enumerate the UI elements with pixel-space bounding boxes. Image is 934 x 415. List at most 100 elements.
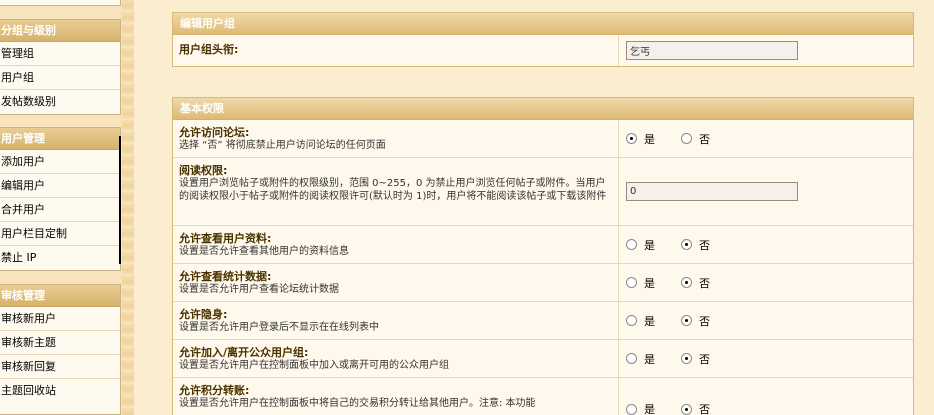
radio-yes-option[interactable]: 是: [626, 401, 655, 415]
radio-yes[interactable]: [626, 239, 637, 250]
sidebar-item-post-ranks[interactable]: 发帖数级别: [0, 90, 120, 114]
radio-yes-label: 是: [644, 132, 655, 146]
form-row-label-cell: 用户组头衔:: [173, 35, 619, 66]
radio-yes[interactable]: [626, 315, 637, 326]
radio-no[interactable]: [681, 403, 692, 415]
radio-no[interactable]: [681, 133, 692, 144]
basic-permissions-panel: 基本权限 允许访问论坛: 选择 “否” 将彻底禁止用户访问论坛的任何页面 是 否…: [172, 97, 914, 415]
form-row: 阅读权限: 设置用户浏览帖子或附件的权限级别，范围 0~255，0 为禁止用户浏…: [173, 158, 913, 226]
sidebar-group-moderation: 审核管理 审核新用户 审核新主题 审核新回复 主题回收站: [0, 284, 121, 415]
sidebar-group-groups: 分组与级别 管理组 用户组 发帖数级别: [0, 19, 121, 115]
sidebar-divider: [119, 136, 121, 264]
radio-group: 是 否: [626, 313, 736, 329]
radio-yes-option[interactable]: 是: [626, 313, 655, 329]
field-label: 允许积分转账:: [179, 384, 250, 397]
form-row-value-cell: 是 否: [619, 378, 913, 415]
form-row-value-cell: [619, 35, 913, 66]
sidebar-top-cap: [0, 0, 121, 6]
radio-no-option[interactable]: 否: [681, 131, 710, 147]
sidebar-item-moderate-replies[interactable]: 审核新回复: [0, 355, 120, 379]
radio-no-option[interactable]: 否: [681, 275, 710, 291]
sidebar-item-edit-user[interactable]: 编辑用户: [0, 174, 120, 198]
form-row-value-cell: 是 否: [619, 340, 913, 377]
form-row-label-cell: 阅读权限: 设置用户浏览帖子或附件的权限级别，范围 0~255，0 为禁止用户浏…: [173, 158, 619, 225]
radio-no-option[interactable]: 否: [681, 401, 710, 415]
form-row-value-cell: 是 否: [619, 226, 913, 263]
radio-no-label: 否: [699, 132, 710, 146]
panel-title: 编辑用户组: [173, 13, 913, 35]
form-row-value-cell: 是 否: [619, 120, 913, 157]
radio-no[interactable]: [681, 315, 692, 326]
radio-yes-label: 是: [644, 403, 655, 415]
radio-no-option[interactable]: 否: [681, 237, 710, 253]
field-label: 允许隐身:: [179, 308, 228, 321]
radio-yes-option[interactable]: 是: [626, 131, 655, 147]
sidebar-item-merge-user[interactable]: 合并用户: [0, 198, 120, 222]
form-row: 允许积分转账: 设置是否允许用户在控制面板中将自己的交易积分转让给其他用户。注意…: [173, 378, 913, 415]
radio-no[interactable]: [681, 277, 692, 288]
field-label: 允许访问论坛:: [179, 126, 250, 139]
sidebar-item-ban-ip[interactable]: 禁止 IP: [0, 246, 120, 270]
field-description: 设置是否允许用户在控制面板中加入或离开可用的公众用户组: [179, 360, 449, 371]
panel-title: 基本权限: [173, 98, 913, 120]
form-row: 允许加入/离开公众用户组: 设置是否允许用户在控制面板中加入或离开可用的公众用户…: [173, 340, 913, 378]
sidebar-group-title[interactable]: 分组与级别: [0, 20, 120, 42]
radio-yes-option[interactable]: 是: [626, 237, 655, 253]
field-description: 设置是否允许用户在控制面板中将自己的交易积分转让给其他用户。注意: 本功能: [179, 398, 536, 409]
form-row-label-cell: 允许查看用户资料: 设置是否允许查看其他用户的资料信息: [173, 226, 619, 263]
form-row: 允许查看用户资料: 设置是否允许查看其他用户的资料信息 是 否: [173, 226, 913, 264]
field-description: 设置用户浏览帖子或附件的权限级别，范围 0~255，0 为禁止用户浏览任何帖子或…: [179, 178, 607, 202]
form-row-label-cell: 允许隐身: 设置是否允许用户登录后不显示在在线列表中: [173, 302, 619, 339]
radio-group: 是 否: [626, 275, 736, 291]
radio-yes[interactable]: [626, 133, 637, 144]
sidebar-item-user-fields[interactable]: 用户栏目定制: [0, 222, 120, 246]
sidebar-item-moderate-users[interactable]: 审核新用户: [0, 307, 120, 331]
form-row: 允许访问论坛: 选择 “否” 将彻底禁止用户访问论坛的任何页面 是 否: [173, 120, 913, 158]
radio-no-label: 否: [699, 352, 710, 366]
field-label: 用户组头衔:: [179, 43, 239, 56]
radio-no[interactable]: [681, 353, 692, 364]
radio-no[interactable]: [681, 239, 692, 250]
radio-yes-option[interactable]: 是: [626, 275, 655, 291]
radio-no-option[interactable]: 否: [681, 351, 710, 367]
sidebar-item-moderate-threads[interactable]: 审核新主题: [0, 331, 120, 355]
field-label: 允许查看统计数据:: [179, 270, 272, 283]
radio-no-label: 否: [699, 314, 710, 328]
radio-yes[interactable]: [626, 277, 637, 288]
radio-yes[interactable]: [626, 353, 637, 364]
radio-no-option[interactable]: 否: [681, 313, 710, 329]
read-access-input[interactable]: [626, 182, 798, 201]
sidebar-edge: [122, 0, 134, 415]
sidebar-group-title[interactable]: 审核管理: [0, 285, 120, 307]
usergroup-title-input[interactable]: [626, 41, 798, 60]
form-row: 允许查看统计数据: 设置是否允许用户查看论坛统计数据 是 否: [173, 264, 913, 302]
radio-yes-label: 是: [644, 314, 655, 328]
radio-no-label: 否: [699, 403, 710, 415]
radio-yes[interactable]: [626, 403, 637, 415]
field-description: 设置是否允许查看其他用户的资料信息: [179, 246, 349, 257]
radio-no-label: 否: [699, 238, 710, 252]
form-row-label-cell: 允许访问论坛: 选择 “否” 将彻底禁止用户访问论坛的任何页面: [173, 120, 619, 157]
sidebar-item-admin-groups[interactable]: 管理组: [0, 42, 120, 66]
form-row-value-cell: 是 否: [619, 264, 913, 301]
field-description: 设置是否允许用户查看论坛统计数据: [179, 284, 339, 295]
radio-yes-option[interactable]: 是: [626, 351, 655, 367]
form-row: 用户组头衔:: [173, 35, 913, 66]
sidebar-item-add-user[interactable]: 添加用户: [0, 150, 120, 174]
sidebar-group-title[interactable]: 用户管理: [0, 128, 120, 150]
edit-usergroup-panel: 编辑用户组 用户组头衔:: [172, 12, 914, 67]
sidebar-item-user-groups[interactable]: 用户组: [0, 66, 120, 90]
form-row-label-cell: 允许积分转账: 设置是否允许用户在控制面板中将自己的交易积分转让给其他用户。注意…: [173, 378, 619, 415]
radio-yes-label: 是: [644, 276, 655, 290]
field-description: 选择 “否” 将彻底禁止用户访问论坛的任何页面: [179, 140, 386, 151]
sidebar-item-recycle-bin[interactable]: 主题回收站: [0, 379, 120, 403]
sidebar-group-users: 用户管理 添加用户 编辑用户 合并用户 用户栏目定制 禁止 IP: [0, 127, 121, 271]
radio-no-label: 否: [699, 276, 710, 290]
radio-group: 是 否: [626, 131, 736, 147]
field-label: 允许加入/离开公众用户组:: [179, 346, 309, 359]
form-row: 允许隐身: 设置是否允许用户登录后不显示在在线列表中 是 否: [173, 302, 913, 340]
field-label: 允许查看用户资料:: [179, 232, 272, 245]
form-row-value-cell: 是 否: [619, 302, 913, 339]
radio-group: 是 否: [626, 351, 736, 367]
radio-group: 是 否: [626, 237, 736, 253]
